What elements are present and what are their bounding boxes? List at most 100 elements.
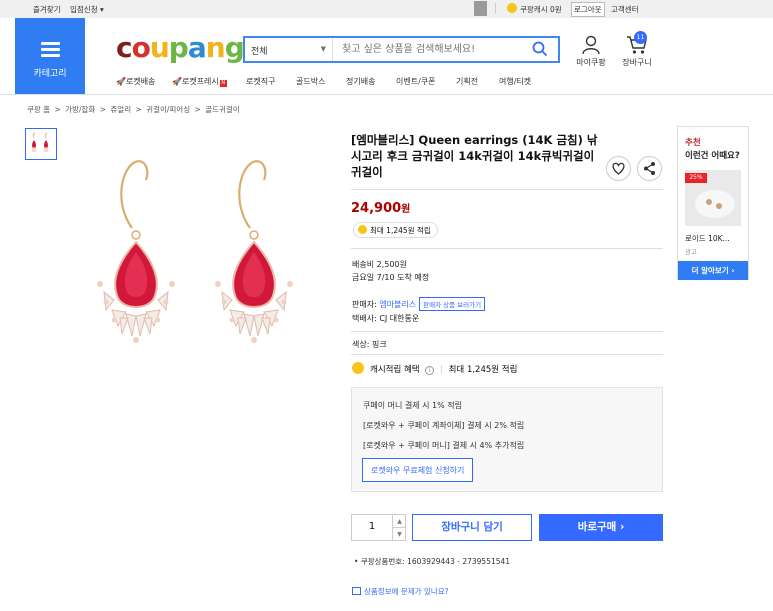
quantity-input[interactable]: 1 — [352, 521, 392, 532]
product-price: 24,900원 — [351, 200, 410, 216]
color-option: 색상: 핑크 — [352, 340, 387, 349]
ad-label: 광고 — [685, 248, 697, 256]
payment-benefit-box: 쿠페이 머니 결제 시 1% 적립 [로켓와우 + 쿠페이 계좌이체] 결제 시… — [351, 387, 663, 492]
rocket-fresh-icon: 🚀 — [172, 77, 182, 86]
shipping-fee: 배송비 2,500원 — [352, 260, 407, 269]
new-badge-icon: N — [219, 80, 227, 87]
arrival-date: 금요일 7/10 도착 예정 — [352, 273, 430, 282]
recommend-widget: 추천 이런건 어때요? 25% 로이드 10K... 광고 더 알아보기 › — [677, 126, 749, 280]
subnav-label: 로켓배송 — [125, 77, 156, 86]
breadcrumb-item[interactable]: 쥬얼리 — [110, 105, 131, 114]
share-button[interactable] — [637, 156, 662, 181]
pay-benefit-line: 쿠페이 머니 결제 시 1% 적립 — [363, 401, 463, 410]
subnav-promotions[interactable]: 기획전 — [456, 76, 478, 87]
subnav-events[interactable]: 이벤트/쿠폰 — [396, 76, 436, 87]
chevron-down-icon: ▼ — [320, 45, 326, 53]
seller-info: 판매자: 엠마블리스 판매자 상품 보러가기 — [352, 297, 486, 311]
breadcrumb-item[interactable]: 귀걸이/피어싱 — [146, 105, 190, 114]
recommend-subheading: 이런건 어때요? — [685, 151, 740, 161]
subnav-rocket-delivery[interactable]: 🚀로켓배송 — [116, 76, 155, 87]
report-link[interactable]: 상품정보에 문제가 있나요? — [352, 586, 449, 597]
search-category-value: 전체 — [251, 47, 268, 57]
seller-label: 판매자: — [352, 300, 380, 309]
buy-now-button[interactable]: 바로구매 › — [539, 514, 663, 541]
breadcrumb-separator: > — [99, 105, 106, 114]
seller-name-link[interactable]: 엠마블리스 — [379, 300, 416, 309]
seller-products-button[interactable]: 판매자 상품 보러가기 — [419, 297, 486, 311]
coupang-cash[interactable]: 쿠팡캐시 0원 — [520, 4, 562, 15]
earring-thumbnail-image — [31, 132, 49, 153]
heart-icon — [612, 162, 625, 175]
top-utility-bar: 즐겨찾기 입점신청 ▾ 쿠팡캐시 0원 로그아웃 고객센터 — [0, 0, 773, 18]
product-title: [엠마블리스] Queen earrings (14K 금침) 낚시고리 후크 … — [351, 133, 598, 179]
bookmark-link[interactable]: 즐겨찾기 — [33, 4, 61, 15]
seller-signup-link[interactable]: 입점신청 ▾ — [70, 4, 104, 15]
customer-center-link[interactable]: 고객센터 — [611, 4, 639, 15]
subnav-rocket-direct[interactable]: 로켓직구 — [246, 76, 275, 87]
price-value: 24,900 — [351, 201, 402, 216]
discount-badge: 25% — [685, 173, 707, 183]
subnav-travel[interactable]: 여행/티켓 — [499, 76, 531, 87]
report-text: 상품정보에 문제가 있나요? — [364, 587, 449, 596]
product-code: • 쿠팡상품번호: 1603929443 - 2739551541 — [354, 557, 511, 566]
user-icon — [582, 35, 600, 55]
search-category-select[interactable]: 전체 ▼ — [245, 38, 333, 61]
add-to-cart-button[interactable]: 장바구니 담기 — [412, 514, 532, 541]
subnav-subscription[interactable]: 정기배송 — [346, 76, 375, 87]
hamburger-icon — [41, 42, 60, 57]
user-avatar-icon — [474, 1, 487, 16]
subnav-rocket-fresh[interactable]: 🚀로켓프레시 N — [172, 76, 227, 87]
separator: | — [440, 365, 443, 375]
subnav-goldbox[interactable]: 골드박스 — [296, 76, 325, 87]
breadcrumb-item[interactable]: 골드귀걸이 — [205, 105, 240, 114]
coupang-cash-icon — [507, 3, 517, 13]
price-unit: 원 — [401, 204, 411, 215]
buy-now-label: 바로구매 — [577, 521, 617, 533]
search-input[interactable] — [338, 38, 528, 61]
wishlist-button[interactable] — [606, 156, 631, 181]
breadcrumb-item[interactable]: 가방/잡화 — [65, 105, 95, 114]
breadcrumb: 쿠팡 홈 > 가방/잡화 > 쥬얼리 > 귀걸이/피어싱 > 골드귀걸이 — [27, 104, 242, 115]
quantity-up-icon[interactable]: ▲ — [392, 515, 406, 528]
left-earring-icon — [97, 160, 175, 343]
recommend-item-name[interactable]: 로이드 10K... — [685, 233, 730, 244]
category-label: 카테고리 — [33, 69, 67, 79]
rocket-icon: 🚀 — [116, 77, 126, 86]
courier-info: 택배사: CJ 대한통운 — [352, 314, 420, 323]
cart-label: 장바구니 — [622, 58, 652, 67]
cart-count-badge: 11 — [634, 31, 647, 44]
more-label: 더 알아보기 — [691, 266, 729, 275]
search-icon[interactable] — [532, 41, 548, 57]
quantity-down-icon[interactable]: ▼ — [392, 528, 406, 541]
rocket-wow-trial-button[interactable]: 로켓와우 무료체험 신청하기 — [362, 458, 474, 482]
category-menu-button[interactable]: 카테고리 — [15, 18, 85, 94]
breadcrumb-separator: > — [54, 105, 61, 114]
product-thumbnail[interactable] — [25, 128, 57, 160]
product-main-image — [97, 160, 293, 343]
recommend-heading: 추천 — [685, 138, 701, 148]
quantity-stepper: 1 ▲ ▼ — [351, 514, 406, 541]
chat-icon — [352, 587, 361, 595]
cash-max-text: 최대 1,245원 적립 — [448, 365, 518, 375]
chevron-right-icon: › — [619, 521, 625, 533]
pay-benefit-line: [로켓와우 + 쿠페이 머니] 결제 시 4% 추가적립 — [363, 441, 525, 450]
mypage-label: 마이쿠팡 — [576, 58, 606, 67]
divider — [351, 248, 663, 249]
logout-button[interactable]: 로그아웃 — [571, 2, 605, 17]
cash-benefit-row: 캐시적립 혜택 i | 최대 1,245원 적립 — [352, 362, 517, 375]
breadcrumb-separator: > — [135, 105, 142, 114]
search-bar: 전체 ▼ — [243, 36, 560, 63]
right-earring-icon — [215, 160, 293, 343]
breadcrumb-separator: > — [194, 105, 201, 114]
more-button[interactable]: 더 알아보기 › — [678, 261, 748, 280]
max-points-text: 최대 1,245원 적립 — [370, 226, 431, 235]
coupang-logo[interactable]: coupang — [116, 31, 245, 64]
divider — [351, 189, 663, 190]
subnav-label: 로켓프레시 — [181, 77, 219, 86]
seller-signup-label: 입점신청 — [70, 5, 98, 14]
share-icon — [644, 162, 655, 175]
mypage-button[interactable]: 마이쿠팡 — [572, 35, 610, 68]
info-icon[interactable]: i — [425, 366, 435, 375]
breadcrumb-home[interactable]: 쿠팡 홈 — [27, 105, 50, 114]
product-code-text: 쿠팡상품번호: 1603929443 - 2739551541 — [360, 557, 511, 566]
